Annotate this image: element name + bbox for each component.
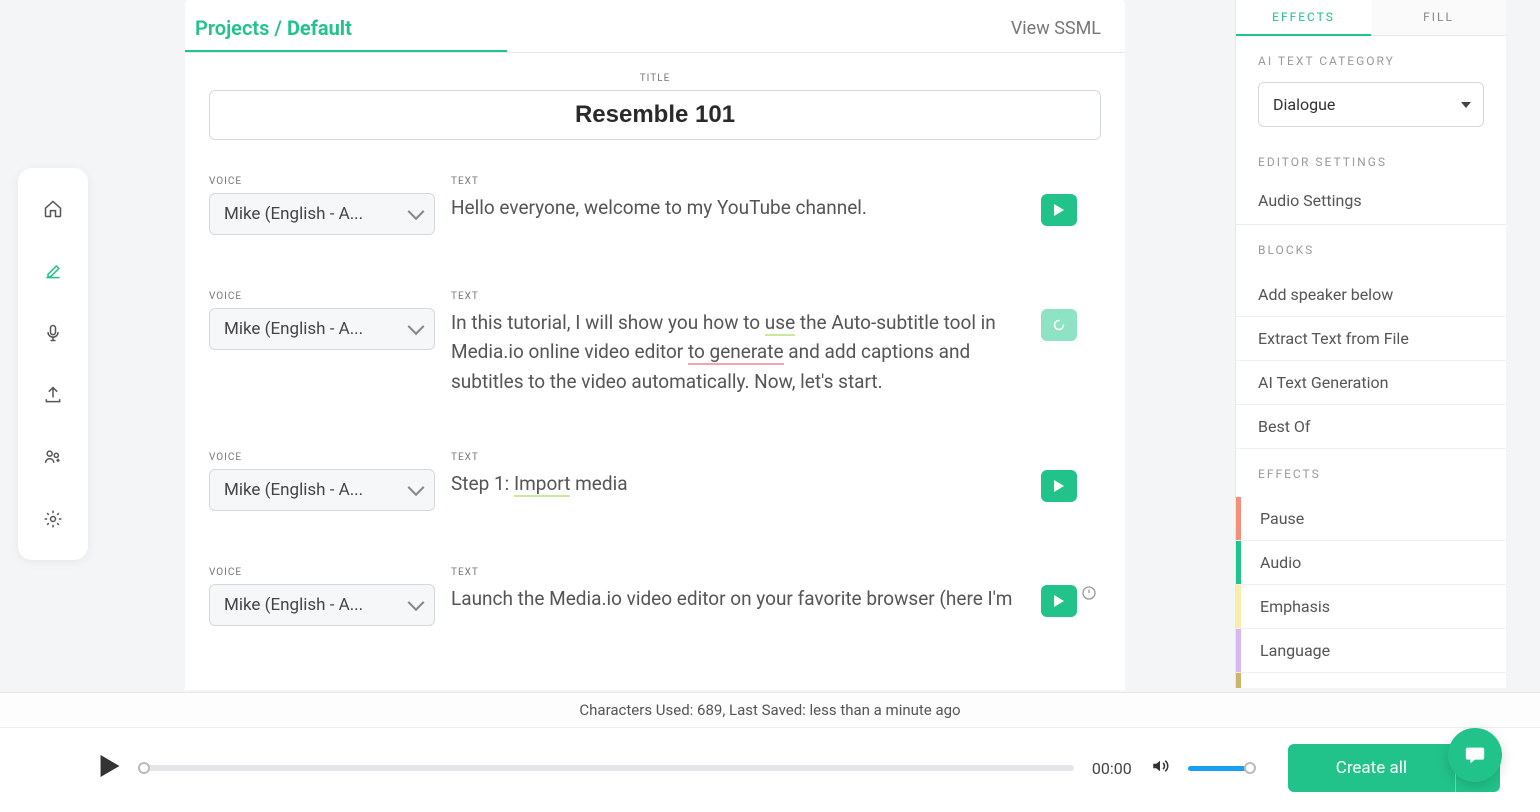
effects-section: EFFECTS (1236, 449, 1506, 497)
upload-icon[interactable] (42, 384, 64, 406)
text-label: TEXT (451, 176, 1025, 187)
play-icon (1053, 480, 1065, 492)
effect-label: Phoneme (1260, 685, 1328, 688)
saved-label: , Last Saved: (722, 701, 809, 719)
edit-icon[interactable] (42, 260, 64, 282)
speech-block: VOICE Mike (English - A... TEXT Launch t… (209, 567, 1101, 626)
editor-settings-section: EDITOR SETTINGS (1236, 137, 1506, 185)
text-label: TEXT (451, 452, 1025, 463)
volume-bar[interactable] (1188, 766, 1250, 771)
main-play-button[interactable] (100, 755, 120, 781)
voice-label: VOICE (209, 176, 435, 187)
text-label: TEXT (451, 567, 1025, 578)
tab-effects[interactable]: EFFECTS (1236, 0, 1371, 36)
panel-tabs: EFFECTS FILL (1236, 0, 1506, 36)
effect-label: Emphasis (1260, 597, 1330, 616)
play-icon (100, 755, 120, 777)
effect-label: Audio (1260, 553, 1301, 572)
ai-category-dropdown[interactable]: Dialogue (1258, 82, 1484, 127)
breadcrumb-default[interactable]: Default (287, 16, 352, 40)
blocks-section: BLOCKS (1236, 225, 1506, 273)
audio-settings-link[interactable]: Audio Settings (1236, 185, 1506, 224)
editor-settings-heading: EDITOR SETTINGS (1258, 155, 1484, 169)
voice-select[interactable]: Mike (English - A... (209, 308, 435, 350)
block-extract-text[interactable]: Extract Text from File (1236, 317, 1506, 361)
text-content[interactable]: Step 1: Import media (451, 469, 1025, 498)
text-label: TEXT (451, 291, 1025, 302)
effect-phoneme[interactable]: Phoneme (1236, 673, 1506, 688)
settings-icon[interactable] (42, 508, 64, 530)
seek-bar[interactable] (138, 765, 1074, 771)
effect-language[interactable]: Language (1236, 629, 1506, 673)
play-button[interactable] (1041, 194, 1077, 226)
effect-pause[interactable]: Pause (1236, 497, 1506, 541)
text-content[interactable]: Launch the Media.io video editor on your… (451, 584, 1025, 613)
content-scroll[interactable]: TITLE VOICE Mike (English - A... TEXT He… (185, 53, 1125, 683)
block-add-speaker[interactable]: Add speaker below (1236, 273, 1506, 317)
effect-audio[interactable]: Audio (1236, 541, 1506, 585)
breadcrumb[interactable]: Projects / Default (195, 16, 352, 40)
team-icon[interactable] (42, 446, 64, 468)
loading-icon (1053, 319, 1065, 331)
header-row: Projects / Default View SSML (185, 0, 1125, 50)
chat-icon (1463, 744, 1487, 766)
chars-value: 689 (697, 701, 722, 719)
main-editor: Projects / Default View SSML TITLE VOICE… (185, 0, 1125, 690)
play-button[interactable] (1041, 470, 1077, 502)
left-nav (18, 168, 88, 560)
ai-category-section: AI TEXT CATEGORY Dialogue (1236, 36, 1506, 137)
blocks-heading: BLOCKS (1258, 243, 1484, 257)
chat-fab[interactable] (1448, 728, 1502, 782)
speech-block: VOICE Mike (English - A... TEXT Hello ev… (209, 176, 1101, 235)
voice-label: VOICE (209, 291, 435, 302)
right-panel: EFFECTS FILL AI TEXT CATEGORY Dialogue E… (1236, 0, 1506, 688)
speech-block: VOICE Mike (English - A... TEXT Step 1: … (209, 452, 1101, 511)
power-icon[interactable] (1081, 585, 1097, 601)
block-best-of[interactable]: Best Of (1236, 405, 1506, 449)
block-ai-text-gen[interactable]: AI Text Generation (1236, 361, 1506, 405)
voice-select[interactable]: Mike (English - A... (209, 469, 435, 511)
text-content[interactable]: Hello everyone, welcome to my YouTube ch… (451, 193, 1025, 222)
view-ssml-link[interactable]: View SSML (1011, 18, 1101, 39)
effects-heading: EFFECTS (1258, 467, 1484, 481)
effect-emphasis[interactable]: Emphasis (1236, 585, 1506, 629)
text-content[interactable]: In this tutorial, I will show you how to… (451, 308, 1025, 396)
player-bar: 00:00 Create all (0, 728, 1540, 812)
voice-label: VOICE (209, 567, 435, 578)
breadcrumb-separator: / (269, 16, 287, 40)
status-line: Characters Used: 689, Last Saved: less t… (0, 693, 1540, 728)
ai-category-heading: AI TEXT CATEGORY (1258, 54, 1484, 68)
effect-label: Pause (1260, 509, 1304, 528)
create-all-button[interactable]: Create all (1288, 744, 1455, 792)
voice-select[interactable]: Mike (English - A... (209, 584, 435, 626)
loading-button[interactable] (1041, 309, 1077, 341)
title-label: TITLE (209, 73, 1101, 84)
home-icon[interactable] (42, 198, 64, 220)
seek-knob[interactable] (138, 762, 150, 774)
speech-block: VOICE Mike (English - A... TEXT In this … (209, 291, 1101, 396)
volume-knob[interactable] (1244, 762, 1256, 774)
chars-label: Characters Used: (579, 701, 697, 719)
voice-select[interactable]: Mike (English - A... (209, 193, 435, 235)
title-input[interactable] (209, 90, 1101, 140)
volume-icon[interactable] (1150, 757, 1170, 779)
voice-label: VOICE (209, 452, 435, 463)
play-icon (1053, 204, 1065, 216)
play-icon (1053, 595, 1065, 607)
play-button[interactable] (1041, 585, 1077, 617)
breadcrumb-projects[interactable]: Projects (195, 16, 269, 40)
app-root: Projects / Default View SSML TITLE VOICE… (0, 0, 1540, 812)
saved-value: less than a minute ago (810, 701, 961, 719)
footer: Characters Used: 689, Last Saved: less t… (0, 692, 1540, 812)
tab-fill[interactable]: FILL (1371, 0, 1506, 36)
mic-icon[interactable] (42, 322, 64, 344)
time-display: 00:00 (1092, 759, 1132, 778)
effect-label: Language (1260, 641, 1330, 660)
